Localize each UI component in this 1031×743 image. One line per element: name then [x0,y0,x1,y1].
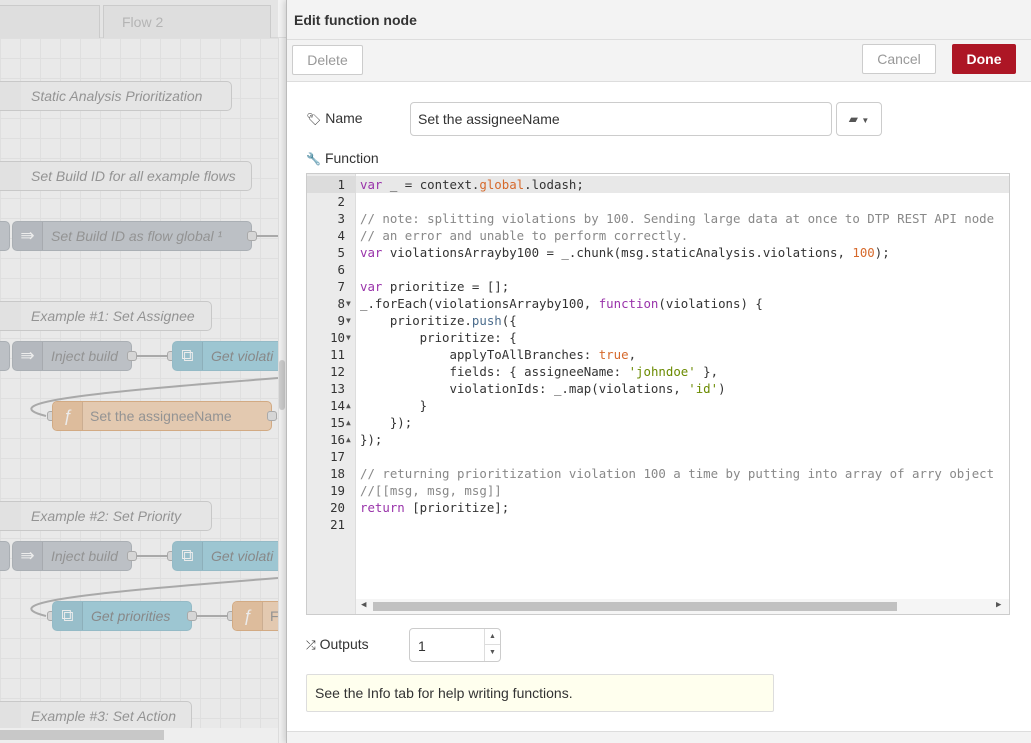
help-tip: See the Info tab for help writing functi… [306,674,774,712]
fold-close-icon[interactable]: ▲ [346,431,351,448]
code-text: applyToAllBranches: true, [360,347,637,362]
workspace-canvas: Flow 2 Static Analysis Prioritization Se… [0,0,286,743]
code-text: prioritize.push({ [360,313,517,328]
code-text: violationIds: _.map(violations, 'id') [360,381,726,396]
line-number: 2 [337,194,345,209]
fold-close-icon[interactable]: ▲ [346,397,351,414]
spinner-up-icon[interactable]: ▲ [484,629,500,645]
outputs-spinner[interactable]: 1 ▲ ▼ [409,628,501,662]
line-number: 11 [330,347,345,362]
canvas-overlay [0,0,278,743]
done-button[interactable]: Done [952,44,1016,74]
line-number: 5 [337,245,345,260]
line-number: 20 [330,500,345,515]
scroll-left-icon[interactable]: ◀ [361,600,366,610]
line-number: 10 [330,330,345,345]
fold-open-icon[interactable]: ▼ [346,312,351,329]
name-input[interactable] [410,102,832,136]
code-text: }); [360,432,383,447]
code-text: fields: { assigneeName: 'johndoe' }, [360,364,719,379]
code-text: var prioritize = []; [360,279,510,294]
name-label-text: Name [325,110,363,126]
line-number: 4 [337,228,345,243]
code-text: // note: splitting violations by 100. Se… [360,211,995,226]
wrench-icon: 🔧 [306,152,321,166]
name-label: 🏷 Name [306,110,363,126]
canvas-vertical-scroll-thumb[interactable] [279,360,285,410]
outputs-value[interactable]: 1 [418,638,426,654]
code-text: } [360,398,428,413]
fold-open-icon[interactable]: ▼ [346,329,351,346]
caret-down-icon: ▼ [861,116,870,125]
line-number: 9 [337,313,345,328]
code-text: // an error and unable to perform correc… [360,228,689,243]
line-number: 3 [337,211,345,226]
outputs-label: ⤮ Outputs [306,636,369,653]
library-button[interactable]: ▰ ▼ [836,102,882,136]
function-label-text: Function [324,150,379,166]
code-text: var _ = context.global.lodash; [360,177,584,192]
code-text: return [prioritize]; [360,500,510,515]
code-editor[interactable]: 1 var _ = context.global.lodash; 2 3 // note… [306,173,1010,615]
line-number: 21 [330,517,345,532]
outputs-label-text: Outputs [319,636,369,652]
spinner-down-icon[interactable]: ▼ [484,645,500,661]
line-number: 12 [330,364,345,379]
editor-horizontal-scrollbar[interactable]: ◀ ▶ [356,599,1009,614]
shuffle-icon: ⤮ [306,638,316,652]
cancel-button[interactable]: Cancel [862,44,936,74]
code-text: }); [360,415,413,430]
fold-open-icon[interactable]: ▼ [346,295,351,312]
code-text: // returning prioritization violation 10… [360,466,995,481]
tray-toolbar: Delete Cancel Done [287,40,1031,82]
tag-icon: 🏷 [306,112,322,126]
line-number: 16 [330,432,345,447]
delete-button[interactable]: Delete [292,45,363,75]
line-number: 8 [337,296,345,311]
line-number: 17 [330,449,345,464]
line-number: 19 [330,483,345,498]
line-number: 15 [330,415,345,430]
book-icon: ▰ [848,112,858,126]
fold-close-icon[interactable]: ▲ [346,414,351,431]
canvas-horizontal-scroll-thumb[interactable] [0,730,164,740]
editor-scroll-thumb[interactable] [373,602,897,611]
code-text: prioritize: { [360,330,517,345]
tray-header: Edit function node [287,0,1031,40]
edit-tray: Edit function node Delete Cancel Done 🏷 N… [286,0,1031,743]
code-text: var violationsArrayby100 = _.chunk(msg.s… [360,245,890,260]
function-label: 🔧 Function [306,150,379,166]
line-number: 14 [330,398,345,413]
line-number: 18 [330,466,345,481]
line-number: 7 [337,279,345,294]
scroll-right-icon[interactable]: ▶ [996,600,1001,610]
code-text: _.forEach(violationsArrayby100, function… [360,296,763,311]
code-text: //[[msg, msg, msg]] [360,483,502,498]
line-number: 1 [337,177,345,192]
tray-title: Edit function node [294,12,417,28]
tray-footer [287,731,1031,743]
line-number: 13 [330,381,345,396]
line-number: 6 [337,262,345,277]
